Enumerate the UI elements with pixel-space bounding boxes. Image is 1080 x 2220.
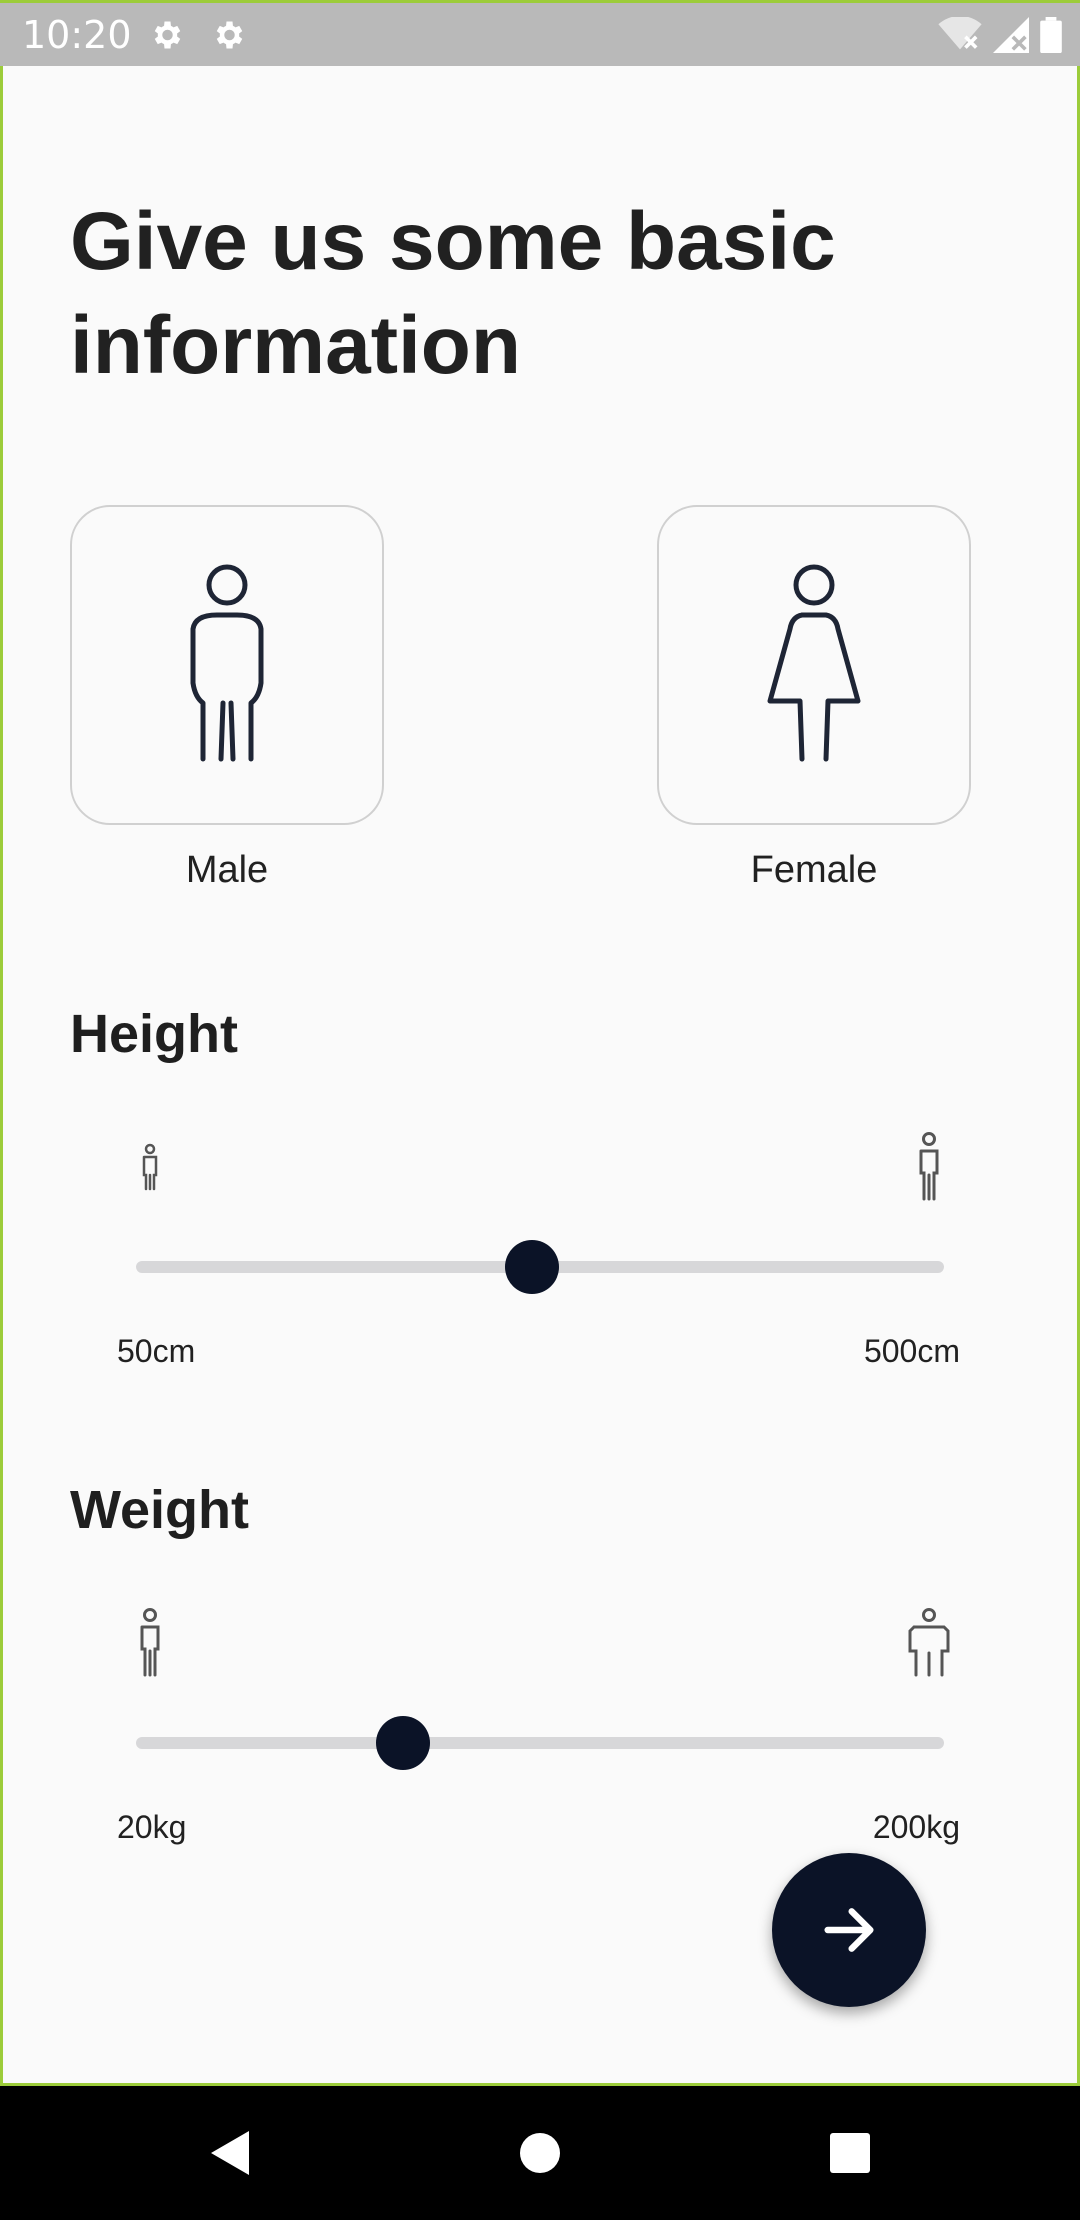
home-button[interactable]: [508, 2121, 572, 2185]
height-slider-thumb[interactable]: [504, 1240, 559, 1294]
male-card[interactable]: [70, 505, 384, 825]
recents-icon: [830, 2133, 870, 2173]
male-label: Male: [185, 849, 269, 891]
heavy-person-icon: [908, 1608, 950, 1677]
weight-min-label: 20kg: [117, 1809, 187, 1845]
weight-max-label: 200kg: [872, 1809, 960, 1845]
wifi-off-icon: [938, 17, 982, 50]
arrow-right-icon: [824, 1908, 874, 1952]
back-icon: [211, 2131, 249, 2175]
height-slider[interactable]: [136, 1237, 944, 1297]
page-title: Give us some basic information: [70, 196, 836, 391]
weight-title: Weight: [70, 1480, 249, 1540]
next-button[interactable]: [772, 1853, 926, 2007]
female-label: Female: [750, 849, 878, 891]
thin-person-icon: [140, 1608, 160, 1677]
status-icons: [938, 15, 1062, 55]
recents-button[interactable]: [818, 2121, 882, 2185]
male-figure-icon: [190, 564, 264, 762]
signal-off-icon: [993, 17, 1029, 53]
weight-slider-thumb[interactable]: [375, 1716, 430, 1770]
home-icon: [520, 2133, 560, 2173]
tall-person-icon: [919, 1132, 939, 1201]
status-time: 10:20: [22, 13, 132, 57]
gear-icon: [154, 21, 181, 49]
navigation-bar: [0, 2086, 1080, 2220]
weight-slider[interactable]: [136, 1713, 944, 1773]
height-min-label: 50cm: [117, 1333, 196, 1369]
height-title: Height: [70, 1004, 238, 1064]
gear-icon: [216, 21, 243, 49]
weight-slider-track[interactable]: [136, 1737, 944, 1749]
status-bar: 10:20: [0, 0, 1080, 66]
back-button[interactable]: [198, 2121, 262, 2185]
short-person-icon: [142, 1143, 158, 1191]
gender-option-female[interactable]: Female: [657, 505, 971, 892]
battery-icon: [1040, 17, 1062, 53]
gender-option-male[interactable]: Male: [70, 505, 384, 892]
height-max-label: 500cm: [863, 1333, 960, 1369]
female-figure-icon: [767, 564, 861, 762]
female-card[interactable]: [657, 505, 971, 825]
